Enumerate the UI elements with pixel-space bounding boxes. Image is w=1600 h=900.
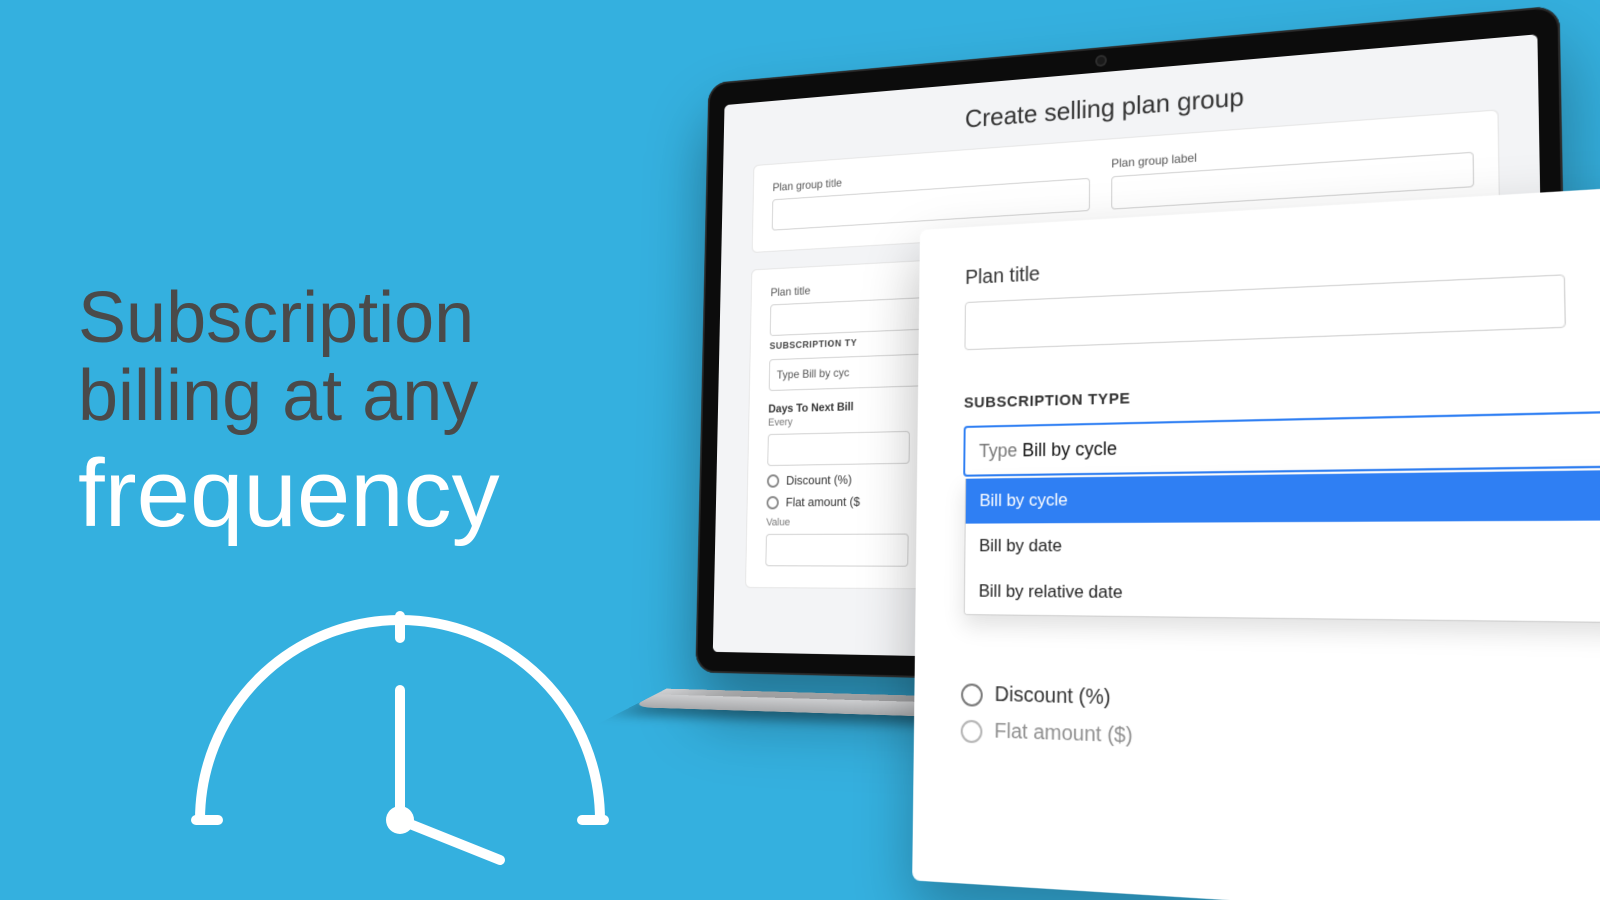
plan-title-input-bg[interactable]: [770, 297, 930, 336]
hero-line2: billing at any: [78, 358, 500, 436]
every-input-bg[interactable]: [767, 431, 910, 466]
hero-line1: Subscription: [78, 280, 500, 358]
subscription-type-dropdown: Bill by cycle Bill by date Bill by relat…: [964, 467, 1600, 626]
combobox-text: Type Bill by cycle: [979, 438, 1117, 462]
subscription-type-combobox[interactable]: Type Bill by cycle Bill by cycle Bill by…: [963, 406, 1600, 477]
dropdown-option-bill-by-date[interactable]: Bill by date: [965, 519, 1600, 571]
radio-icon: [961, 683, 983, 706]
plan-detail-panel: Plan title Plan label SUBSCRIPTION TYPE …: [912, 171, 1600, 900]
dropdown-option-bill-by-cycle[interactable]: Bill by cycle: [966, 467, 1600, 523]
radio-icon: [766, 496, 778, 509]
hero-line3: frequency: [78, 442, 500, 546]
clock-icon: [140, 560, 660, 900]
radio-icon: [961, 719, 983, 743]
radio-icon: [767, 474, 779, 487]
laptop-mock: Create selling plan group Plan group tit…: [590, 40, 1540, 900]
value-input-bg[interactable]: [765, 534, 908, 567]
dropdown-option-bill-by-relative-date[interactable]: Bill by relative date: [965, 569, 1600, 625]
flat-amount-radio[interactable]: Flat amount ($): [961, 719, 1600, 775]
plan-group-label-label: Plan group label: [1111, 131, 1473, 171]
subscription-type-section-label: SUBSCRIPTION TYPE: [964, 369, 1600, 411]
hero-headline: Subscription billing at any frequency: [78, 280, 500, 545]
subscription-type-select-bg[interactable]: Type Bill by cyc: [769, 353, 929, 391]
plan-title-label-bg: Plan title: [770, 278, 929, 299]
